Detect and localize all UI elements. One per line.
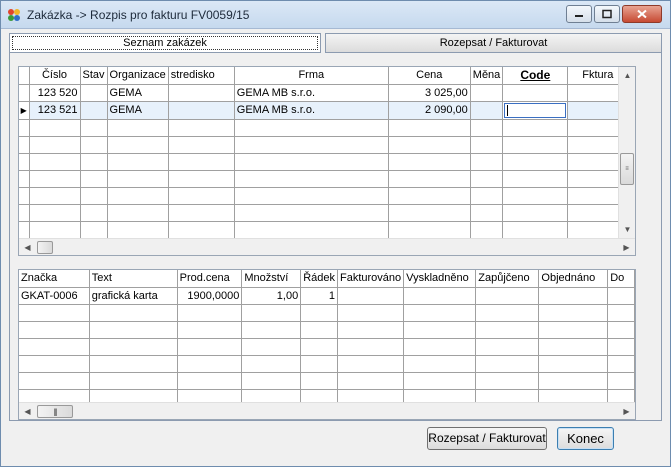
table-row-empty[interactable]: [19, 204, 629, 222]
konec-button[interactable]: Konec: [557, 427, 614, 450]
table-row-empty[interactable]: [19, 153, 629, 171]
col-header-znacka[interactable]: Značka: [19, 270, 90, 288]
cell-stav[interactable]: [80, 101, 108, 120]
col-header-fakturovano[interactable]: Fakturováno: [337, 270, 405, 288]
table-row-selected[interactable]: ▶ 123 521 GEMA GEMA MB s.r.o. 2 090,00: [19, 101, 629, 120]
app-logo-icon: [8, 9, 20, 21]
orders-vertical-scrollbar[interactable]: ▲ ≡ ▼: [618, 67, 635, 238]
col-header-mnozstvi[interactable]: Množství: [241, 270, 302, 288]
col-header-code[interactable]: Code: [502, 67, 569, 85]
cell-prod-cena[interactable]: 1900,0000: [177, 287, 243, 305]
vertical-scroll-thumb[interactable]: ≡: [620, 153, 634, 185]
minimize-button[interactable]: [566, 5, 592, 23]
table-row-empty[interactable]: [19, 119, 629, 137]
col-header-mena[interactable]: Měna: [470, 67, 504, 85]
cell-zapujceno[interactable]: [475, 287, 540, 305]
cell-cislo[interactable]: 123 521: [29, 101, 81, 120]
maximize-button[interactable]: [594, 5, 620, 23]
cell-radek[interactable]: 1: [300, 287, 338, 305]
maximize-icon: [602, 9, 612, 19]
close-button[interactable]: [622, 5, 662, 23]
cell-znacka[interactable]: GKAT-0006: [19, 287, 90, 305]
table-row-empty[interactable]: [19, 170, 629, 188]
horizontal-scroll-thumb[interactable]: [37, 241, 53, 254]
items-horizontal-scrollbar[interactable]: ◀ ||| ▶: [19, 402, 635, 419]
cell-fakturovano[interactable]: [337, 287, 405, 305]
scroll-down-icon[interactable]: ▼: [619, 221, 635, 238]
table-row-empty[interactable]: [19, 355, 635, 373]
table-row-empty[interactable]: [19, 221, 629, 239]
col-header-organizace[interactable]: Organizace: [107, 67, 169, 85]
rozepsat-fakturovat-button[interactable]: Rozepsat / Fakturovat: [427, 427, 547, 450]
col-header-frma[interactable]: Frma: [234, 67, 389, 85]
col-header-objednano[interactable]: Objednáno: [538, 270, 609, 288]
tab-label: Rozepsat / Fakturovat: [439, 37, 548, 49]
close-icon: [637, 9, 647, 19]
cell-organizace[interactable]: GEMA: [107, 84, 169, 102]
tab-strip: Seznam zakázek Rozepsat / Fakturovat: [9, 33, 662, 53]
cell-mena[interactable]: [470, 101, 504, 120]
col-header-zapujceno[interactable]: Zapůjčeno: [475, 270, 540, 288]
tab-rozepsat-fakturovat[interactable]: Rozepsat / Fakturovat: [325, 33, 662, 53]
title-bar[interactable]: Zakázka -> Rozpis pro fakturu FV0059/15: [1, 1, 670, 29]
cell-code-editor[interactable]: [502, 101, 569, 120]
table-row-empty[interactable]: [19, 136, 629, 154]
scroll-up-icon[interactable]: ▲: [619, 67, 635, 84]
cell-mnozstvi[interactable]: 1,00: [241, 287, 302, 305]
col-header-text[interactable]: Text: [89, 270, 178, 288]
cell-text[interactable]: grafická karta: [89, 287, 178, 305]
cell-cislo[interactable]: 123 520: [29, 84, 81, 102]
cell-stredisko[interactable]: [168, 101, 235, 120]
cell-cena[interactable]: 3 025,00: [388, 84, 471, 102]
row-indicator-header: [19, 67, 30, 85]
cell-frma[interactable]: GEMA MB s.r.o.: [234, 84, 389, 102]
table-row-empty[interactable]: [19, 321, 635, 339]
col-header-cena[interactable]: Cena: [388, 67, 471, 85]
window-title: Zakázka -> Rozpis pro fakturu FV0059/15: [27, 8, 250, 22]
cell-stav[interactable]: [80, 84, 108, 102]
row-indicator[interactable]: [19, 84, 30, 102]
scroll-left-icon[interactable]: ◀: [19, 403, 36, 419]
table-row-empty[interactable]: [19, 338, 635, 356]
text-caret: [507, 104, 509, 116]
current-row-arrow-icon: ▶: [20, 105, 27, 115]
cell-stredisko[interactable]: [168, 84, 235, 102]
scroll-right-icon[interactable]: ▶: [618, 403, 635, 419]
col-header-prod-cena[interactable]: Prod.cena: [177, 270, 243, 288]
cell-cena[interactable]: 2 090,00: [388, 101, 471, 120]
scroll-left-icon[interactable]: ◀: [19, 239, 36, 255]
table-row-empty[interactable]: [19, 304, 635, 322]
code-input[interactable]: [504, 102, 567, 118]
items-header-row: Značka Text Prod.cena Množství Řádek Fak…: [19, 270, 635, 288]
cell-organizace[interactable]: GEMA: [107, 101, 169, 120]
table-row[interactable]: 123 520 GEMA GEMA MB s.r.o. 3 025,00: [19, 84, 629, 102]
col-header-stav[interactable]: Stav: [80, 67, 108, 85]
orders-header-row: Číslo Stav Organizace stredisko Frma Cen…: [19, 67, 629, 85]
tab-focus-rect: [12, 36, 318, 50]
orders-grid[interactable]: Číslo Stav Organizace stredisko Frma Cen…: [18, 66, 636, 256]
orders-horizontal-scrollbar[interactable]: ◀ ▶: [19, 238, 635, 255]
app-window: Zakázka -> Rozpis pro fakturu FV0059/15 …: [0, 0, 671, 467]
cell-objednano[interactable]: [538, 287, 609, 305]
col-header-cislo[interactable]: Číslo: [29, 67, 81, 85]
items-grid[interactable]: Značka Text Prod.cena Množství Řádek Fak…: [18, 269, 636, 420]
minimize-icon: [575, 15, 583, 17]
tab-seznam-zakazek[interactable]: Seznam zakázek: [9, 33, 321, 53]
col-header-vyskladneno[interactable]: Vyskladněno: [403, 270, 477, 288]
horizontal-scroll-thumb[interactable]: |||: [37, 405, 73, 418]
table-row-empty[interactable]: [19, 187, 629, 205]
col-header-do[interactable]: Do: [607, 270, 635, 288]
table-row[interactable]: GKAT-0006 grafická karta 1900,0000 1,00 …: [19, 287, 635, 305]
cell-code[interactable]: [502, 84, 569, 102]
cell-do[interactable]: [607, 287, 635, 305]
col-header-stredisko[interactable]: stredisko: [168, 67, 235, 85]
cell-frma[interactable]: GEMA MB s.r.o.: [234, 101, 389, 120]
table-row-empty[interactable]: [19, 372, 635, 390]
cell-mena[interactable]: [470, 84, 504, 102]
col-header-radek[interactable]: Řádek: [300, 270, 338, 288]
scroll-right-icon[interactable]: ▶: [618, 239, 635, 255]
cell-vyskladneno[interactable]: [403, 287, 477, 305]
row-indicator[interactable]: ▶: [19, 101, 30, 120]
